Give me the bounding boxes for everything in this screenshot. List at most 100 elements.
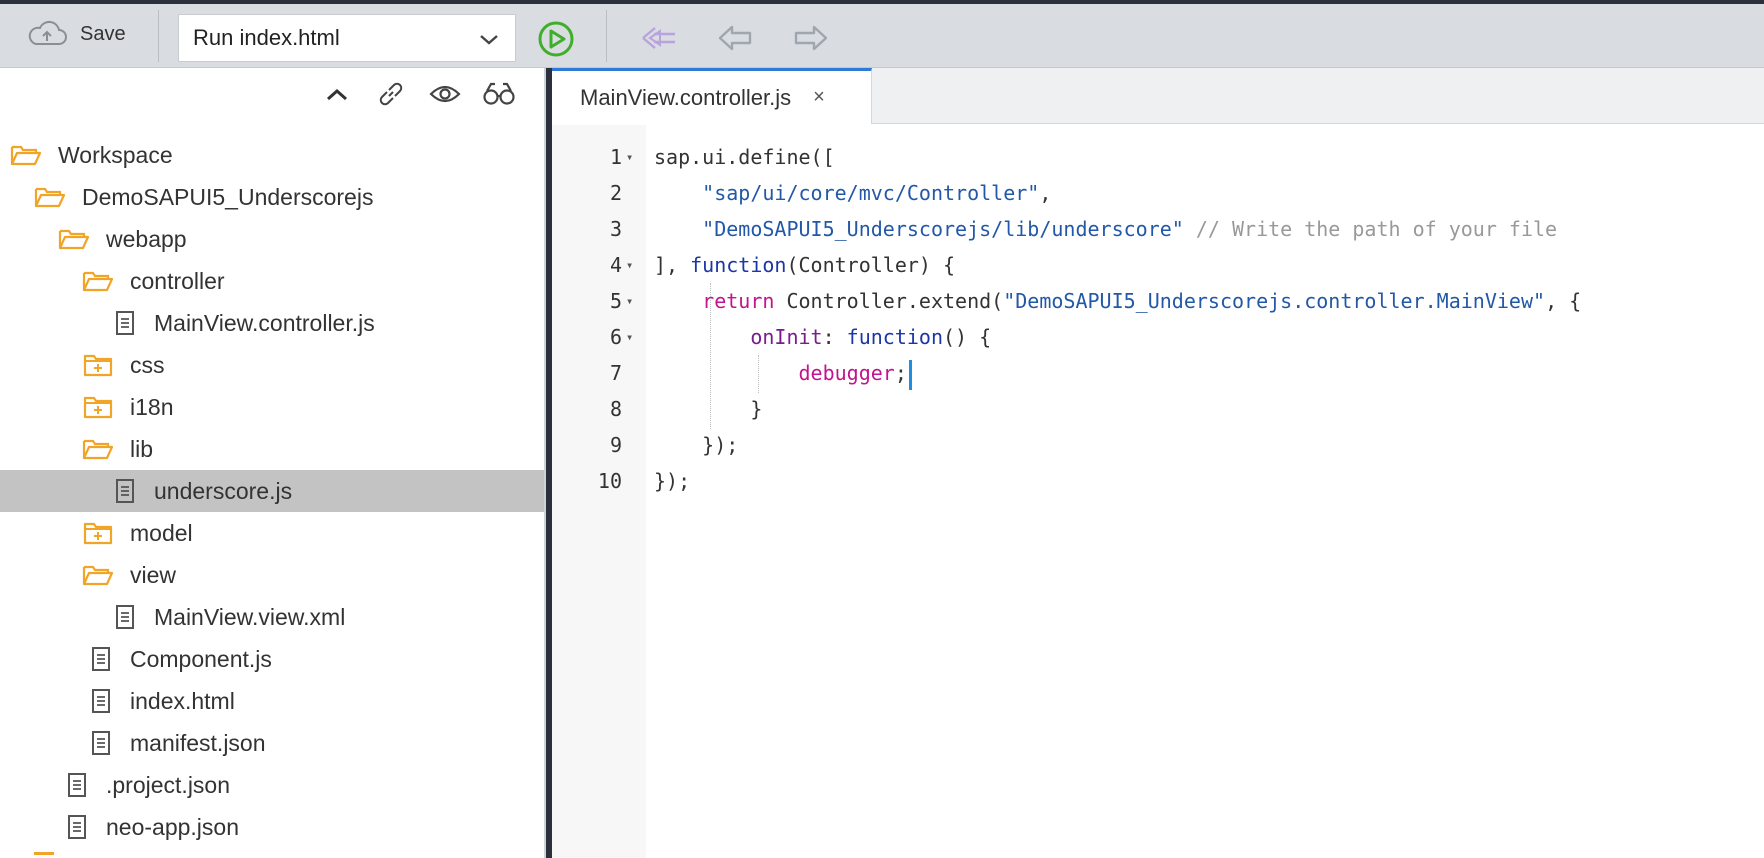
code-line: 2 "sap/ui/core/mvc/Controller", [552, 175, 1764, 211]
line-number: 5 [609, 289, 622, 313]
close-icon[interactable]: × [813, 86, 825, 109]
tree-file-item[interactable]: MainView.view.xml [0, 596, 544, 638]
navigate-forward-icon [794, 25, 828, 51]
chevron-down-icon [477, 29, 501, 49]
step-back-button[interactable] [640, 23, 678, 53]
tree-file-item[interactable]: MainView.controller.js [0, 302, 544, 344]
indent-guide [758, 355, 759, 393]
code-editor: MainView.controller.js × 1 ▾ sap.ui.define… [552, 68, 1764, 858]
file-tree: Workspace DemoSAPUI5_Underscorejs webapp co… [0, 134, 544, 848]
tree-folder-item[interactable]: css [0, 344, 544, 386]
run-button[interactable] [536, 19, 576, 59]
code-token: : [822, 325, 847, 349]
tree-file-item[interactable]: neo-app.json [0, 806, 544, 848]
tree-item-label: .project.json [106, 771, 231, 798]
line-number: 10 [597, 469, 622, 493]
code-text: onInit: function() { [654, 319, 991, 355]
code-area[interactable]: 1 ▾ sap.ui.define([2 "sap/ui/core/mvc/Cont… [552, 139, 1764, 499]
code-token: ; [894, 361, 907, 385]
tree-folder-item[interactable]: view [0, 554, 544, 596]
code-text: ], function(Controller) { [654, 247, 955, 283]
navigate-back-button[interactable] [716, 23, 754, 53]
code-line: 1 ▾ sap.ui.define([ [552, 139, 1764, 175]
folder-closed-icon [82, 519, 116, 547]
tree-folder-item[interactable]: webapp [0, 218, 544, 260]
tree-item-label: model [130, 519, 193, 546]
code-line: 3 "DemoSAPUI5_Underscorejs/lib/underscor… [552, 211, 1764, 247]
fold-toggle-icon[interactable]: ▾ [626, 319, 640, 355]
folder-open-icon [82, 435, 116, 463]
code-token: }); [654, 469, 691, 493]
show-hidden-files-button[interactable] [428, 78, 462, 110]
code-token: debugger [798, 361, 895, 385]
tree-item-label: view [130, 561, 177, 588]
tree-file-item[interactable]: underscore.js [0, 470, 544, 512]
code-token: sap.ui.define([ [654, 145, 835, 169]
editor-tab-bar: MainView.controller.js × [552, 68, 1764, 124]
file-icon [106, 477, 140, 505]
folder-open-icon [82, 267, 116, 295]
save-button[interactable]: Save [26, 18, 126, 50]
code-token: , [1039, 181, 1052, 205]
navigate-forward-button[interactable] [792, 23, 830, 53]
collapse-all-icon [327, 88, 347, 101]
step-back-icon [642, 27, 675, 49]
fold-toggle-icon[interactable]: ▾ [626, 247, 640, 283]
code-text: sap.ui.define([ [654, 139, 835, 175]
indent-guide [710, 283, 711, 429]
folder-open-icon [82, 561, 116, 589]
tree-file-item[interactable]: index.html [0, 680, 544, 722]
code-token: "sap/ui/core/mvc/Controller" [702, 181, 1040, 205]
save-label: Save [80, 22, 126, 45]
tree-folder-item[interactable]: Workspace [0, 134, 544, 176]
code-token: "DemoSAPUI5_Underscorejs.controller.Main… [1003, 289, 1546, 313]
explorer-toolbar [0, 68, 544, 120]
fold-toggle-icon[interactable]: ▾ [626, 139, 640, 175]
eye-icon [429, 85, 461, 103]
code-text: return Controller.extend("DemoSAPUI5_Und… [654, 283, 1581, 319]
code-token: () { [943, 325, 992, 349]
link-with-editor-button[interactable] [374, 78, 408, 110]
code-token: }); [654, 433, 739, 457]
line-number: 9 [609, 433, 622, 457]
code-text: debugger; [654, 355, 912, 391]
tree-folder-item[interactable]: lib [0, 428, 544, 470]
line-number: 4 [609, 253, 622, 277]
tree-file-item[interactable]: .project.json [0, 764, 544, 806]
code-line: 9 }); [552, 427, 1764, 463]
tree-file-item[interactable]: Component.js [0, 638, 544, 680]
fold-toggle-icon[interactable]: ▾ [626, 283, 640, 319]
run-configuration-select[interactable]: Run index.html [178, 14, 516, 62]
folder-open-icon [34, 183, 68, 211]
folder-open-icon [58, 225, 92, 253]
code-text: "sap/ui/core/mvc/Controller", [654, 175, 1051, 211]
tree-item-label: controller [130, 267, 225, 294]
code-token: ], [654, 253, 691, 277]
tab-mainview-controller[interactable]: MainView.controller.js × [552, 68, 872, 124]
tree-item-label: MainView.view.xml [154, 603, 346, 630]
tree-folder-item[interactable]: model [0, 512, 544, 554]
tree-file-item[interactable]: manifest.json [0, 722, 544, 764]
run-icon [538, 21, 574, 57]
code-text: } [654, 391, 762, 427]
line-number: 2 [609, 181, 622, 205]
code-token: onInit [750, 325, 823, 349]
file-icon [106, 603, 140, 631]
tree-folder-item[interactable]: i18n [0, 386, 544, 428]
line-number: 3 [609, 217, 622, 241]
folder-open-icon [34, 852, 54, 858]
tree-item-label: Component.js [130, 645, 272, 672]
collapse-all-button[interactable] [320, 78, 354, 110]
tree-folder-item[interactable]: controller [0, 260, 544, 302]
line-number: 6 [609, 325, 622, 349]
search-workspace-button[interactable] [482, 78, 516, 110]
file-icon [82, 645, 116, 673]
tree-folder-item[interactable]: DemoSAPUI5_Underscorejs [0, 176, 544, 218]
code-token: return [702, 289, 775, 313]
code-line: 7 debugger; [552, 355, 1764, 391]
file-icon [82, 687, 116, 715]
